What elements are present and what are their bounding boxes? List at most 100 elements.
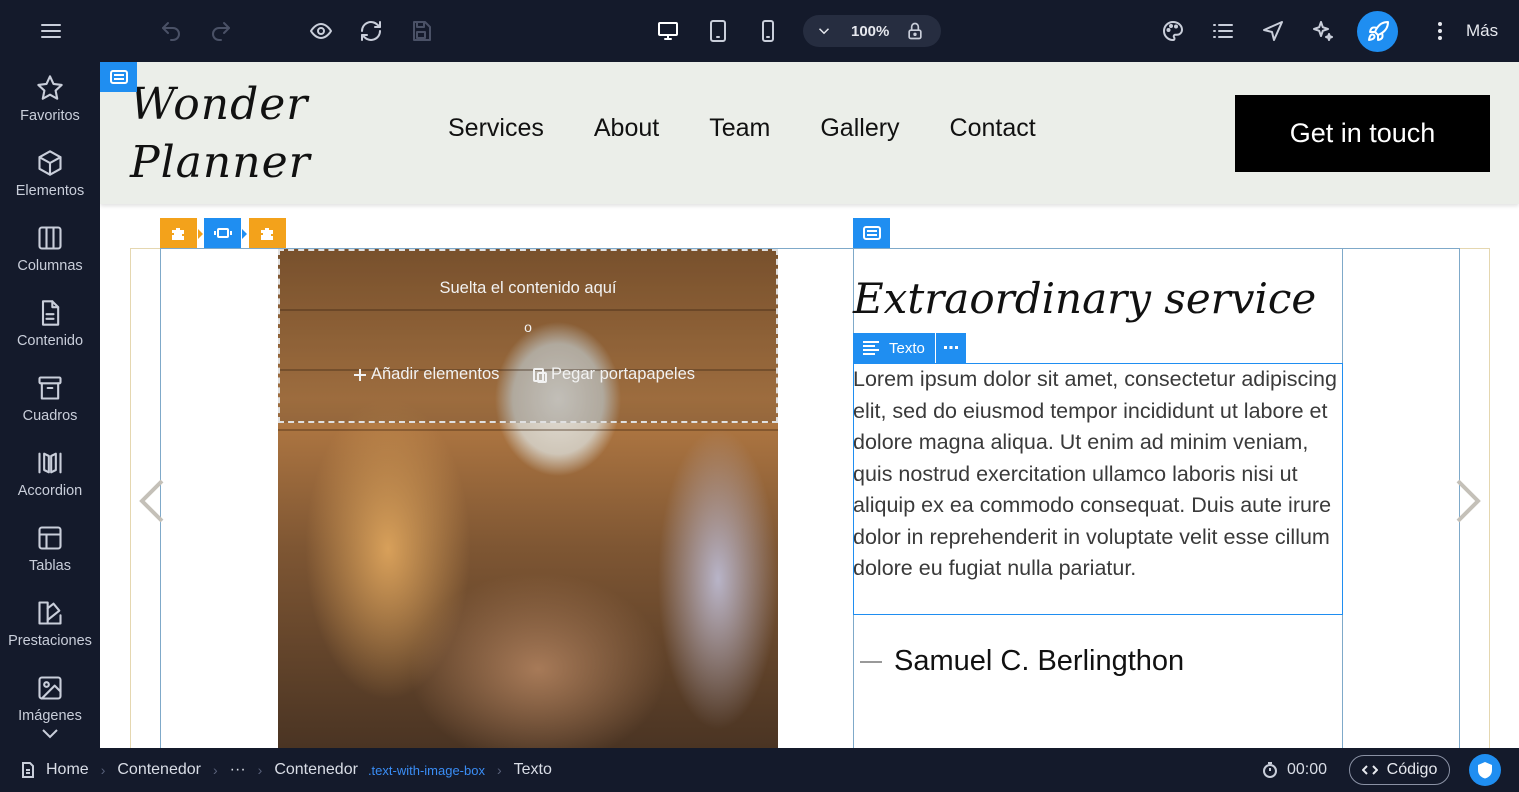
get-in-touch-button[interactable]: Get in touch	[1235, 95, 1490, 172]
document-icon	[36, 299, 64, 327]
badge-separator	[198, 229, 203, 239]
sidebar-item-accordion[interactable]: Accordion	[0, 437, 100, 512]
code-label: Código	[1386, 761, 1438, 778]
mobile-icon[interactable]	[752, 15, 784, 47]
sidebar-item-label: Imágenes	[18, 708, 82, 724]
save-icon[interactable]	[405, 15, 437, 47]
container-badge-icon[interactable]	[100, 62, 137, 92]
zoom-control[interactable]: 100%	[803, 15, 941, 47]
list-icon[interactable]	[1207, 15, 1239, 47]
status-bar: Home › Contenedor › ··· › Contenedor .te…	[0, 748, 1519, 792]
drop-zone-title: Suelta el contenido aquí	[439, 279, 617, 297]
archive-icon	[36, 374, 64, 402]
breadcrumb-home[interactable]: Home	[46, 761, 89, 779]
logo-line: Planner	[130, 137, 311, 188]
sidebar-item-favoritos[interactable]: Favoritos	[0, 62, 100, 137]
more-menu-button[interactable]: Más	[1428, 15, 1498, 47]
nav-link-gallery[interactable]: Gallery	[820, 114, 899, 143]
zoom-value: 100%	[851, 22, 890, 40]
chevron-right-icon: ›	[257, 762, 263, 778]
align-left-icon	[861, 340, 889, 356]
preview-eye-icon[interactable]	[305, 15, 337, 47]
columns-icon	[36, 224, 64, 252]
nav-link-contact[interactable]: Contact	[950, 114, 1036, 143]
carousel-badge-icon[interactable]	[204, 218, 241, 248]
elements-sidebar: Favoritos Elementos Columnas Contenido C…	[0, 62, 100, 748]
author-line: Samuel C. Berlingthon	[860, 645, 1184, 678]
text-element-badge[interactable]: Texto	[853, 333, 935, 363]
main-navigation: Services About Team Gallery Contact	[448, 114, 1086, 143]
add-elements-button[interactable]: Añadir elementos	[352, 365, 499, 384]
more-label: Más	[1466, 21, 1499, 40]
editor-canvas: Wonder Planner Services About Team Galle…	[100, 62, 1519, 748]
sidebar-item-contenido[interactable]: Contenido	[0, 287, 100, 362]
container-badge-icon[interactable]	[853, 218, 890, 248]
section-title[interactable]: Extraordinary service	[853, 274, 1316, 323]
site-header[interactable]: Wonder Planner Services About Team Galle…	[100, 62, 1519, 204]
sidebar-item-label: Cuadros	[22, 408, 78, 424]
shield-icon[interactable]	[1469, 754, 1501, 786]
sidebar-item-tablas[interactable]: Tablas	[0, 512, 100, 587]
module-badge-icon[interactable]	[249, 218, 286, 248]
cube-icon	[36, 149, 64, 177]
breadcrumb-current[interactable]: Texto	[514, 761, 552, 779]
navigation-icon[interactable]	[1257, 15, 1289, 47]
breadcrumb-container[interactable]: Contenedor	[274, 761, 358, 779]
breadcrumb-ellipsis[interactable]: ···	[230, 761, 246, 779]
nav-link-about[interactable]: About	[594, 114, 659, 143]
desktop-icon[interactable]	[652, 15, 684, 47]
features-icon	[36, 599, 64, 627]
chevron-down-icon[interactable]	[38, 724, 62, 744]
author-name[interactable]: Samuel C. Berlingthon	[894, 645, 1184, 678]
photo-detail	[278, 429, 778, 431]
logo-line: Wonder	[130, 79, 309, 130]
chevron-right-icon: ›	[496, 762, 502, 778]
timer: 00:00	[1262, 748, 1327, 792]
lock-icon[interactable]	[905, 21, 925, 41]
sidebar-item-elementos[interactable]: Elementos	[0, 137, 100, 212]
sparkle-icon[interactable]	[1307, 15, 1339, 47]
undo-icon[interactable]	[155, 15, 187, 47]
paste-clipboard-label: Pegar portapapeles	[551, 365, 696, 383]
sidebar-item-prestaciones[interactable]: Prestaciones	[0, 587, 100, 662]
tablet-icon[interactable]	[702, 15, 734, 47]
module-badge-icon[interactable]	[160, 218, 197, 248]
site-logo[interactable]: Wonder Planner	[130, 76, 311, 192]
sidebar-item-label: Prestaciones	[8, 633, 92, 649]
image-icon	[36, 674, 64, 702]
sidebar-item-label: Favoritos	[20, 108, 80, 124]
plus-icon	[352, 367, 371, 383]
clipboard-icon	[532, 367, 551, 383]
sidebar-item-label: Elementos	[15, 183, 85, 199]
accordion-icon	[36, 449, 64, 477]
paste-clipboard-button[interactable]: Pegar portapapeles	[532, 365, 695, 384]
redo-icon[interactable]	[205, 15, 237, 47]
star-icon	[36, 74, 64, 102]
chevron-down-icon[interactable]	[815, 22, 833, 40]
nav-link-services[interactable]: Services	[448, 114, 544, 143]
menu-icon[interactable]	[35, 15, 67, 47]
drop-zone[interactable]: Suelta el contenido aquí o Añadir elemen…	[278, 249, 778, 423]
text-element-options-button[interactable]	[935, 333, 966, 363]
sidebar-item-cuadros[interactable]: Cuadros	[0, 362, 100, 437]
carousel-prev-icon[interactable]	[136, 477, 168, 525]
drop-zone-or: o	[524, 319, 532, 335]
publish-button[interactable]	[1357, 11, 1398, 52]
body-text[interactable]: Lorem ipsum dolor sit amet, consectetur …	[853, 364, 1345, 585]
chevron-right-icon: ›	[100, 762, 106, 778]
add-elements-label: Añadir elementos	[371, 365, 500, 383]
breadcrumb-container[interactable]: Contenedor	[117, 761, 201, 779]
sidebar-item-label: Tablas	[29, 558, 71, 574]
nav-link-team[interactable]: Team	[709, 114, 770, 143]
refresh-icon[interactable]	[355, 15, 387, 47]
top-toolbar: 100% Más	[0, 0, 1519, 62]
sidebar-item-columnas[interactable]: Columnas	[0, 212, 100, 287]
code-button[interactable]: Código	[1349, 755, 1450, 785]
author-dash	[860, 660, 882, 663]
chevron-right-icon: ›	[212, 762, 218, 778]
breadcrumb-class: .text-with-image-box	[367, 762, 485, 778]
carousel-next-icon[interactable]	[1452, 477, 1484, 525]
palette-icon[interactable]	[1157, 15, 1189, 47]
badge-separator	[242, 229, 247, 239]
sidebar-item-label: Accordion	[17, 483, 83, 499]
